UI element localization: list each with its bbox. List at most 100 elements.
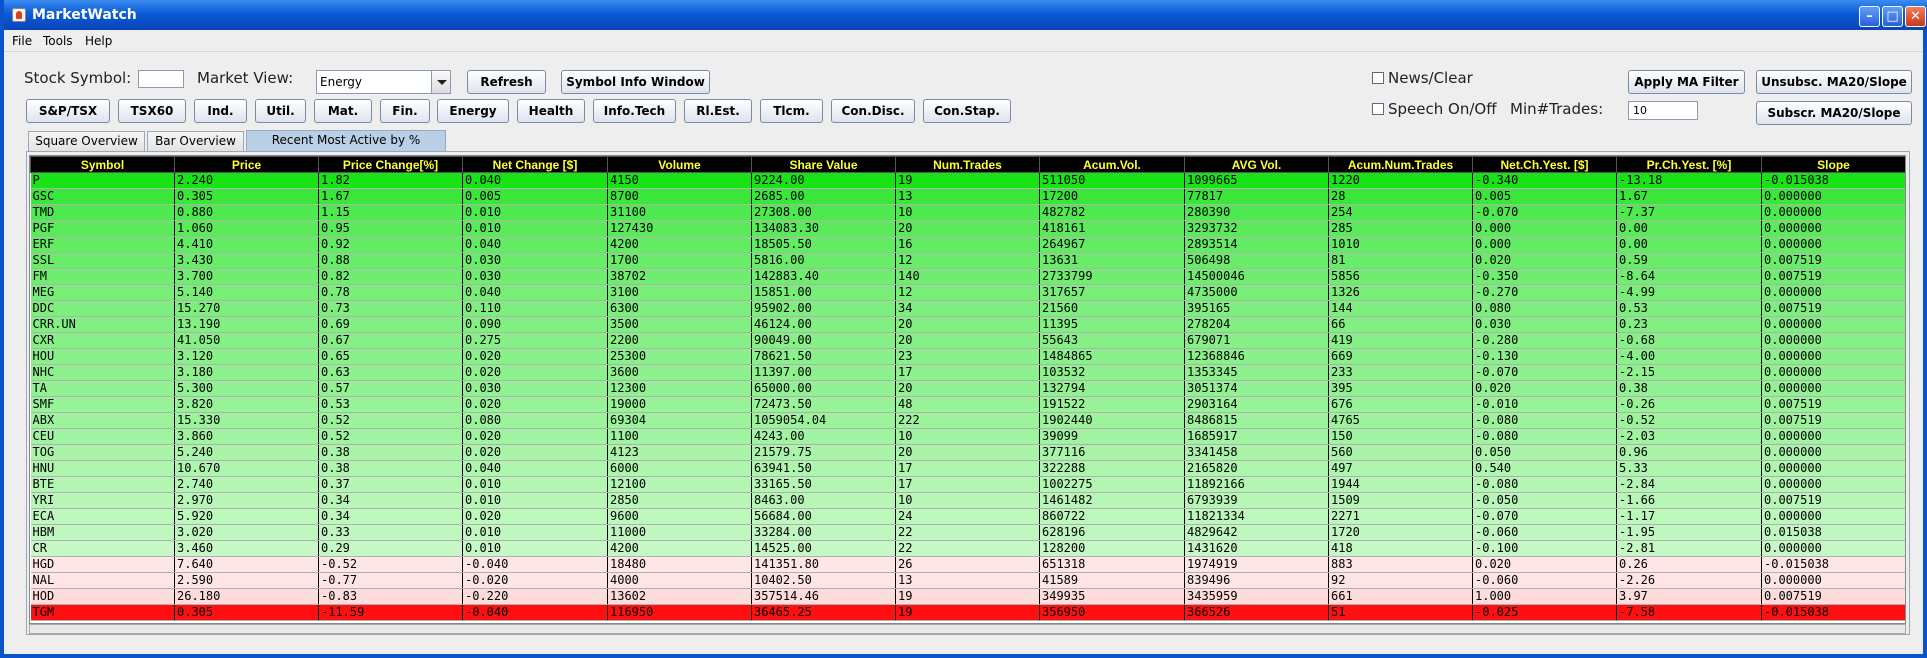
sector-button-health[interactable]: Health [517, 99, 585, 123]
sector-button-util[interactable]: Util. [255, 99, 306, 123]
table-row[interactable]: ECA 5.920 0.34 0.020 9600 56684.00 24 860722 118… [30, 508, 1905, 525]
table-cell: 11000 [607, 524, 752, 541]
table-row[interactable]: FM 3.700 0.82 0.030 38702 142883.40 140 2733799… [30, 268, 1905, 285]
sector-button-fin[interactable]: Fin. [380, 99, 430, 123]
table-row[interactable]: TGM 0.305 -11.59 -0.040 116950 36465.25 19 3569… [30, 604, 1905, 621]
column-header[interactable]: Acum.Vol. [1039, 156, 1185, 173]
chevron-down-icon[interactable] [431, 71, 450, 93]
tab-square-overview[interactable]: Square Overview [28, 131, 145, 151]
table-cell: 0.69 [318, 316, 463, 333]
sector-button-con-disc[interactable]: Con.Disc. [831, 99, 915, 123]
table-cell: 14500046 [1184, 268, 1329, 285]
sector-button-ind[interactable]: Ind. [194, 99, 247, 123]
column-header[interactable]: Pr.Ch.Yest. [%] [1616, 156, 1762, 173]
table-cell: 15851.00 [751, 284, 896, 301]
stock-symbol-input[interactable] [138, 70, 184, 88]
sector-button-tlcm[interactable]: Tlcm. [760, 99, 823, 123]
refresh-button[interactable]: Refresh [467, 70, 546, 94]
column-header[interactable]: Acum.Num.Trades [1328, 156, 1473, 173]
column-header[interactable]: Share Value [751, 156, 896, 173]
table-row[interactable]: NHC 3.180 0.63 0.020 3600 11397.00 17 103532 135… [30, 364, 1905, 381]
menu-help[interactable]: Help [85, 34, 112, 48]
table-row[interactable]: P 2.240 1.82 0.040 4150 9224.00 19 511050 109966… [30, 172, 1905, 189]
symbol-info-window-button[interactable]: Symbol Info Window [561, 70, 710, 94]
table-cell: 0.050 [1472, 444, 1617, 461]
news-clear-checkbox[interactable] [1372, 72, 1384, 84]
column-header[interactable]: Price Change[%] [318, 156, 463, 173]
tab-bar-overview[interactable]: Bar Overview [147, 131, 244, 151]
column-header[interactable]: Slope [1761, 156, 1905, 173]
table-cell: 3.120 [174, 348, 319, 365]
table-row[interactable]: TMD 0.880 1.15 0.010 31100 27308.00 10 482782 28… [30, 204, 1905, 221]
table-row[interactable]: CXR 41.050 0.67 0.275 2200 90049.00 20 55643 679… [30, 332, 1905, 349]
apply-ma-filter-button[interactable]: Apply MA Filter [1628, 70, 1745, 94]
table-cell: 2.970 [174, 492, 319, 509]
table-cell: 560 [1328, 444, 1473, 461]
column-header[interactable]: Num.Trades [895, 156, 1040, 173]
table-row[interactable]: PGF 1.060 0.95 0.010 127430 134083.30 20 418161… [30, 220, 1905, 237]
minimize-icon[interactable]: – [1859, 6, 1880, 27]
sector-button-info-tech[interactable]: Info.Tech [593, 99, 676, 123]
column-header[interactable]: Volume [607, 156, 752, 173]
sector-button-rl-est[interactable]: Rl.Est. [684, 99, 752, 123]
maximize-icon[interactable]: □ [1882, 6, 1903, 27]
table-cell: -0.070 [1472, 508, 1617, 525]
sector-button-con-stap[interactable]: Con.Stap. [923, 99, 1011, 123]
sector-button-sp-tsx[interactable]: S&P/TSX [26, 99, 110, 123]
table-row[interactable]: CRR.UN 13.190 0.69 0.090 3500 46124.00 20 11395… [30, 316, 1905, 333]
table-cell: 1944 [1328, 476, 1473, 493]
table-row[interactable]: GSC 0.305 1.67 0.005 8700 2685.00 13 17200 77817… [30, 188, 1905, 205]
table-cell: 51 [1328, 604, 1473, 621]
table-cell: 8486815 [1184, 412, 1329, 429]
column-header[interactable]: Symbol [30, 156, 175, 173]
unsubscribe-ma-slope-button[interactable]: Unsubsc. MA20/Slope [1756, 70, 1912, 94]
table-cell: 10 [895, 428, 1040, 445]
table-row[interactable]: BTE 2.740 0.37 0.010 12100 33165.50 17 1002275 1… [30, 476, 1905, 493]
horizontal-scrollbar[interactable] [29, 624, 1906, 634]
table-row[interactable]: DDC 15.270 0.73 0.110 6300 95902.00 34 21560 395… [30, 300, 1905, 317]
table-row[interactable]: TA 5.300 0.57 0.030 12300 65000.00 20 132794 305… [30, 380, 1905, 397]
title-bar[interactable]: MarketWatch – □ ✕ [4, 0, 1927, 30]
table-row[interactable]: ABX 15.330 0.52 0.080 69304 1059054.04 222 1902… [30, 412, 1905, 429]
table-cell: TA [30, 380, 175, 397]
column-header[interactable]: Price [174, 156, 319, 173]
speech-on-off-checkbox[interactable] [1372, 103, 1384, 115]
sector-button-energy[interactable]: Energy [437, 99, 509, 123]
table-row[interactable]: ERF 4.410 0.92 0.040 4200 18505.50 16 264967 289… [30, 236, 1905, 253]
table-cell: 25300 [607, 348, 752, 365]
close-icon[interactable]: ✕ [1905, 6, 1926, 27]
table-cell: P [30, 172, 175, 189]
table-row[interactable]: TOG 5.240 0.38 0.020 4123 21579.75 20 377116 334… [30, 444, 1905, 461]
table-cell: 0.090 [462, 316, 608, 333]
table-row[interactable]: HNU 10.670 0.38 0.040 6000 63941.50 17 322288 21… [30, 460, 1905, 477]
column-header[interactable]: AVG Vol. [1184, 156, 1329, 173]
table-row[interactable]: SSL 3.430 0.88 0.030 1700 5816.00 12 13631 50649… [30, 252, 1905, 269]
table-row[interactable]: HBM 3.020 0.33 0.010 11000 33284.00 22 628196 48… [30, 524, 1905, 541]
column-header[interactable]: Net Change [$] [462, 156, 608, 173]
min-trades-input[interactable]: 10 [1628, 101, 1698, 120]
table-row[interactable]: SMF 3.820 0.53 0.020 19000 72473.50 48 191522 29… [30, 396, 1905, 413]
table-row[interactable]: HOD 26.180 -0.83 -0.220 13602 357514.46 19 3499… [30, 588, 1905, 605]
table-cell: 27308.00 [751, 204, 896, 221]
table-cell: 103532 [1039, 364, 1185, 381]
menu-file[interactable]: File [12, 34, 32, 48]
sector-button-tsx60[interactable]: TSX60 [118, 99, 186, 123]
sector-button-mat[interactable]: Mat. [314, 99, 372, 123]
table-row[interactable]: MEG 5.140 0.78 0.040 3100 15851.00 12 317657 473… [30, 284, 1905, 301]
table-row[interactable]: CEU 3.860 0.52 0.020 1100 4243.00 10 39099 16859… [30, 428, 1905, 445]
market-view-select[interactable]: Energy [316, 70, 451, 94]
table-row[interactable]: NAL 2.590 -0.77 -0.020 4000 10402.50 13 41589 83… [30, 572, 1905, 589]
subscribe-ma-slope-button[interactable]: Subscr. MA20/Slope [1756, 101, 1912, 125]
table-row[interactable]: YRI 2.970 0.34 0.010 2850 8463.00 10 1461482 679… [30, 492, 1905, 509]
menu-bar: File Tools Help [4, 30, 1923, 52]
table-cell: 0.030 [462, 380, 608, 397]
column-header[interactable]: Net.Ch.Yest. [$] [1472, 156, 1617, 173]
table-cell: -2.15 [1616, 364, 1762, 381]
table-cell: 233 [1328, 364, 1473, 381]
table-cell: 0.34 [318, 492, 463, 509]
table-row[interactable]: HOU 3.120 0.65 0.020 25300 78621.50 23 1484865 1… [30, 348, 1905, 365]
menu-tools[interactable]: Tools [43, 34, 73, 48]
tab-recent-most-active[interactable]: Recent Most Active by % Change [246, 130, 446, 165]
table-row[interactable]: CR 3.460 0.29 0.010 4200 14525.00 22 128200 1431… [30, 540, 1905, 557]
table-row[interactable]: HGD 7.640 -0.52 -0.040 18480 141351.80 26 65131… [30, 556, 1905, 573]
